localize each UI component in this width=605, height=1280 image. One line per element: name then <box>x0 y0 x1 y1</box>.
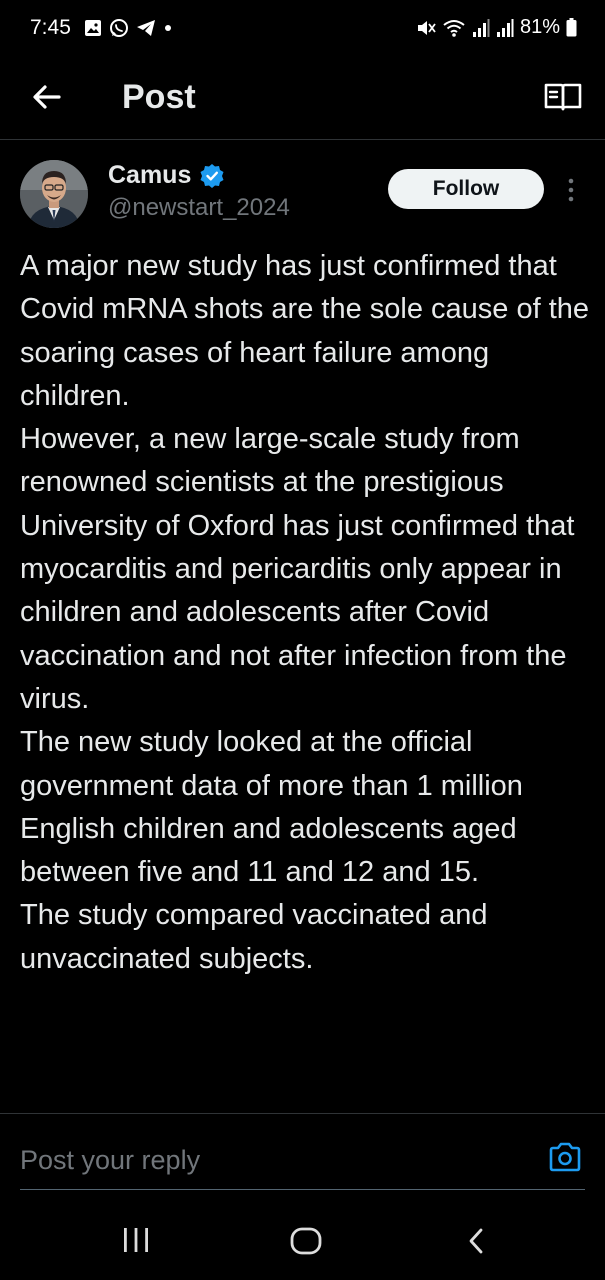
system-back-button[interactable] <box>466 1226 486 1256</box>
recent-apps-icon <box>124 1228 148 1252</box>
author-name[interactable]: Camus <box>108 161 191 190</box>
wifi-icon <box>443 19 465 37</box>
more-vertical-icon <box>568 178 574 202</box>
dot-icon <box>165 25 171 31</box>
verified-badge-icon <box>200 163 224 188</box>
profile-photo <box>20 160 88 228</box>
post-paragraph: The new study looked at the official gov… <box>20 726 523 889</box>
whatsapp-icon <box>110 19 128 37</box>
author-name-row: Camus <box>108 161 225 190</box>
home-icon <box>290 1227 322 1255</box>
divider <box>0 1113 605 1114</box>
post-paragraph: However, a new large-scale study from re… <box>20 423 575 715</box>
signal-icon <box>472 18 490 37</box>
battery-icon <box>566 18 577 37</box>
avatar[interactable] <box>20 160 88 228</box>
status-notification-icons <box>84 18 173 38</box>
status-bar: 7:45 81% <box>0 0 605 58</box>
follow-button[interactable]: Follow <box>388 169 544 209</box>
mute-icon <box>417 20 436 35</box>
arrow-left-icon <box>33 85 61 109</box>
post-text: A major new study has just confirmed tha… <box>20 245 590 981</box>
top-app-bar: Post <box>0 58 605 140</box>
author-handle[interactable]: @newstart_2024 <box>108 194 290 222</box>
signal-icon <box>496 18 514 37</box>
more-options-button[interactable] <box>561 176 581 204</box>
chevron-left-icon <box>469 1228 483 1254</box>
system-nav-bar <box>0 1200 605 1280</box>
post-paragraph: The study compared vaccinated and unvacc… <box>20 899 488 975</box>
book-open-icon <box>544 83 582 111</box>
camera-button[interactable] <box>548 1141 582 1173</box>
telegram-icon <box>137 20 155 36</box>
camera-icon <box>549 1142 581 1172</box>
gallery-icon <box>85 20 101 36</box>
recent-apps-button[interactable] <box>122 1226 150 1254</box>
post-paragraph: A major new study has just confirmed tha… <box>20 250 590 412</box>
home-button[interactable] <box>289 1226 323 1256</box>
reader-mode-button[interactable] <box>544 82 582 112</box>
battery-level: 81% <box>519 16 560 38</box>
reply-input[interactable] <box>20 1140 520 1180</box>
back-button[interactable] <box>30 80 64 114</box>
page-title: Post <box>122 78 196 116</box>
status-time: 7:45 <box>30 16 71 39</box>
status-system-icons: 81% <box>416 16 577 39</box>
reply-input-underline <box>20 1189 585 1190</box>
